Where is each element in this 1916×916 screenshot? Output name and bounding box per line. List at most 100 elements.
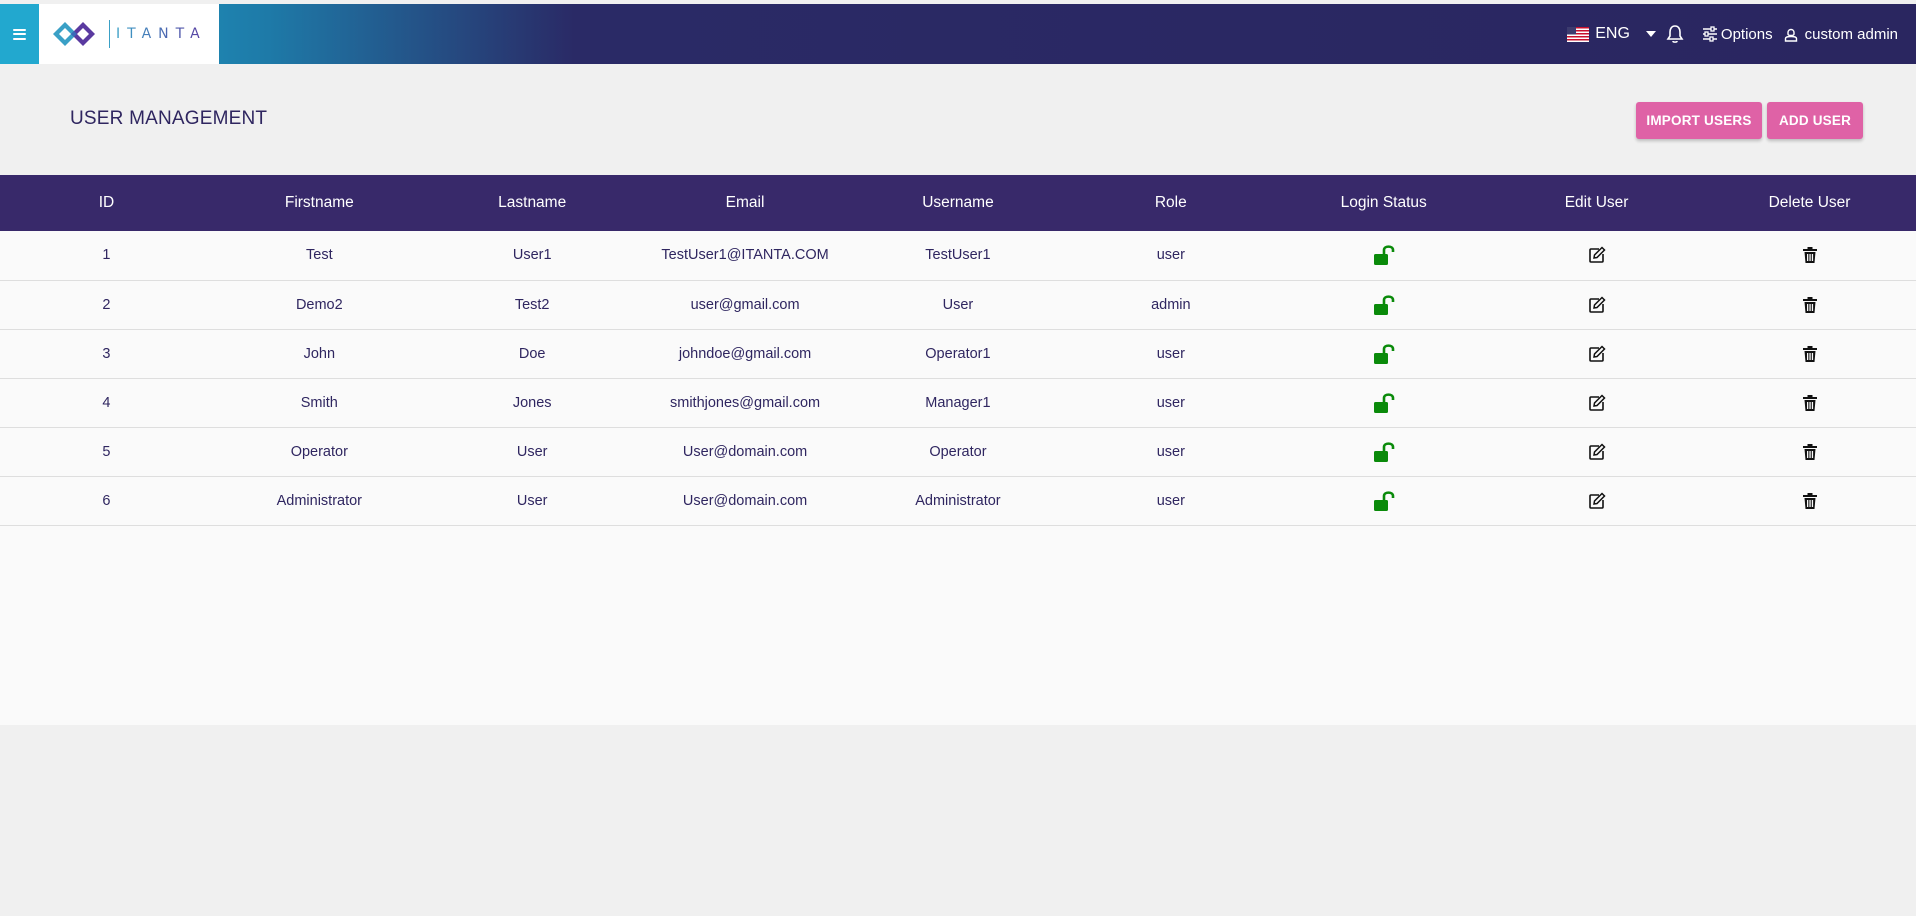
hamburger-icon xyxy=(13,28,26,40)
cell-email: smithjones@gmail.com xyxy=(670,394,821,411)
cell-id: 2 xyxy=(102,296,111,313)
unlocked-icon[interactable] xyxy=(1372,441,1396,463)
unlocked-icon[interactable] xyxy=(1372,294,1396,316)
trash-icon[interactable] xyxy=(1801,394,1819,412)
table-row: 4 Smith Jones smithjones@gmail.com Manag… xyxy=(0,378,1916,427)
user-menu[interactable]: custom admin xyxy=(1783,26,1898,43)
unlocked-icon[interactable] xyxy=(1372,244,1396,266)
edit-icon[interactable] xyxy=(1588,491,1606,510)
cell-username: Operator1 xyxy=(925,345,991,362)
cell-login-status xyxy=(1277,378,1490,427)
cell-id: 5 xyxy=(102,443,111,460)
app-logo[interactable]: ITANTA xyxy=(39,4,219,64)
cell-edit-user xyxy=(1490,329,1703,378)
logo-text: ITANTA xyxy=(116,26,207,42)
cell-role: user xyxy=(1156,492,1185,509)
cell-username: Administrator xyxy=(915,492,1001,509)
cell-id: 3 xyxy=(102,345,111,362)
cell-role: user xyxy=(1156,247,1185,264)
language-label[interactable]: ENG xyxy=(1595,25,1630,43)
import-users-button[interactable]: IMPORT USERS xyxy=(1636,102,1762,139)
options-label: Options xyxy=(1720,25,1773,43)
cell-firstname: Operator xyxy=(290,443,348,460)
trash-icon[interactable] xyxy=(1801,246,1819,264)
cell-firstname: Smith xyxy=(300,394,338,411)
edit-icon[interactable] xyxy=(1588,344,1606,363)
trash-icon[interactable] xyxy=(1801,296,1819,314)
cell-login-status xyxy=(1277,280,1490,329)
cell-firstname: John xyxy=(303,345,336,362)
cell-login-status xyxy=(1277,427,1490,476)
user-name: custom admin xyxy=(1804,25,1898,43)
cell-email: user@gmail.com xyxy=(690,296,800,313)
chevron-down-icon[interactable] xyxy=(1645,31,1656,37)
cell-username: TestUser1 xyxy=(925,247,991,264)
cell-username: Manager1 xyxy=(925,394,991,411)
cell-email: User@domain.com xyxy=(682,443,808,460)
us-flag-icon[interactable] xyxy=(1567,26,1590,42)
cell-role: user xyxy=(1156,345,1185,362)
cell-edit-user xyxy=(1490,280,1703,329)
cell-email: User@domain.com xyxy=(682,492,808,509)
user-table: ID Firstname Lastname Email Username Rol… xyxy=(0,175,1916,526)
cell-firstname: Administrator xyxy=(276,492,363,509)
table-row: 2 Demo2 Test2 user@gmail.com User admin xyxy=(0,280,1916,329)
cell-lastname: Doe xyxy=(518,345,546,362)
cell-lastname: Jones xyxy=(512,394,552,411)
table-row: 5 Operator User User@domain.com Operator… xyxy=(0,427,1916,476)
cell-delete-user xyxy=(1703,280,1916,329)
column-header-role: Role xyxy=(1154,194,1187,211)
page-title: USER MANAGEMENT xyxy=(70,108,268,129)
cell-role: user xyxy=(1156,394,1185,411)
cell-email: TestUser1@ITANTA.COM xyxy=(661,247,829,264)
unlocked-icon[interactable] xyxy=(1372,343,1396,365)
cell-role: admin xyxy=(1151,296,1191,313)
table-row: 1 Test User1 TestUser1@ITANTA.COM TestUs… xyxy=(0,231,1916,280)
top-right-controls: ENG Options custom admin xyxy=(1567,4,1898,64)
cell-edit-user xyxy=(1490,476,1703,525)
cell-delete-user xyxy=(1703,476,1916,525)
cell-id: 6 xyxy=(102,492,111,509)
table-row: 6 Administrator User User@domain.com Adm… xyxy=(0,476,1916,525)
sliders-icon xyxy=(1702,26,1717,42)
cell-edit-user xyxy=(1490,378,1703,427)
trash-icon[interactable] xyxy=(1801,345,1819,363)
bell-icon[interactable] xyxy=(1666,24,1684,44)
edit-icon[interactable] xyxy=(1588,295,1606,314)
cell-login-status xyxy=(1277,231,1490,280)
cell-login-status xyxy=(1277,476,1490,525)
user-icon xyxy=(1784,28,1797,42)
cell-username: User xyxy=(942,296,974,313)
cell-login-status xyxy=(1277,329,1490,378)
trash-icon[interactable] xyxy=(1801,492,1819,510)
column-header-delete-user: Delete User xyxy=(1768,194,1851,211)
table-header-row: ID Firstname Lastname Email Username Rol… xyxy=(0,175,1916,231)
add-user-button[interactable]: ADD USER xyxy=(1767,102,1863,139)
cell-delete-user xyxy=(1703,378,1916,427)
table-row: 3 John Doe johndoe@gmail.com Operator1 u… xyxy=(0,329,1916,378)
trash-icon[interactable] xyxy=(1801,443,1819,461)
table-body: 1 Test User1 TestUser1@ITANTA.COM TestUs… xyxy=(0,231,1916,525)
edit-icon[interactable] xyxy=(1588,246,1606,264)
column-header-login-status: Login Status xyxy=(1340,194,1427,211)
unlocked-icon[interactable] xyxy=(1372,392,1396,414)
top-navbar: ITANTA ENG Options custom admin xyxy=(0,4,1916,64)
column-header-lastname: Lastname xyxy=(498,194,567,211)
options-menu[interactable]: Options xyxy=(1702,26,1773,43)
menu-button[interactable] xyxy=(0,4,39,64)
cell-edit-user xyxy=(1490,427,1703,476)
cell-delete-user xyxy=(1703,231,1916,280)
cell-firstname: Test xyxy=(306,247,333,264)
cell-role: user xyxy=(1156,443,1185,460)
cell-id: 1 xyxy=(102,247,111,264)
cell-delete-user xyxy=(1703,329,1916,378)
itanta-logo-icon xyxy=(53,22,95,46)
cell-lastname: Test2 xyxy=(514,296,550,313)
unlocked-icon[interactable] xyxy=(1372,490,1396,512)
cell-lastname: User xyxy=(516,443,548,460)
edit-icon[interactable] xyxy=(1588,442,1606,461)
column-header-firstname: Firstname xyxy=(284,194,354,211)
cell-delete-user xyxy=(1703,427,1916,476)
cell-lastname: User xyxy=(516,492,548,509)
edit-icon[interactable] xyxy=(1588,393,1606,412)
